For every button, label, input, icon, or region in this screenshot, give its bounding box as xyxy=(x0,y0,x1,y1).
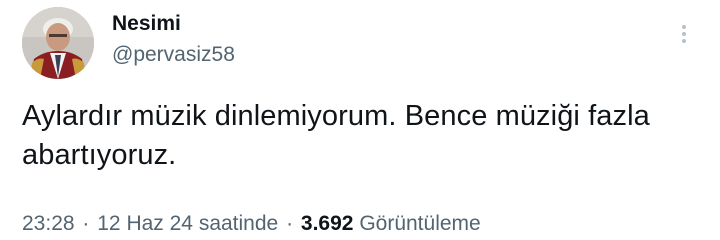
tweet-meta: 23:28 · 12 Haz 24 saatinde · 3.692 Görün… xyxy=(22,211,481,237)
tweet-card: Nesimi @pervasiz58 Aylardır müzik dinlem… xyxy=(0,0,720,240)
author-handle[interactable]: @pervasiz58 xyxy=(112,42,235,68)
tweet-text: Aylardır müzik dinlemiyorum. Bence müziğ… xyxy=(22,100,650,171)
profile-photo-icon xyxy=(22,7,94,79)
avatar[interactable] xyxy=(22,7,94,79)
more-vertical-icon-dot xyxy=(682,39,686,43)
more-vertical-icon xyxy=(682,25,686,29)
tweet-date[interactable]: 12 Haz 24 saatinde xyxy=(97,212,278,235)
tweet-time[interactable]: 23:28 xyxy=(22,212,75,235)
meta-separator: · xyxy=(82,212,90,235)
views-count: 3.692 xyxy=(300,212,354,235)
views-label: Görüntüleme xyxy=(359,212,481,235)
author-display-name[interactable]: Nesimi xyxy=(112,11,181,37)
more-options-button[interactable] xyxy=(674,22,694,50)
more-vertical-icon-dot xyxy=(682,32,686,36)
meta-separator: · xyxy=(286,212,294,235)
